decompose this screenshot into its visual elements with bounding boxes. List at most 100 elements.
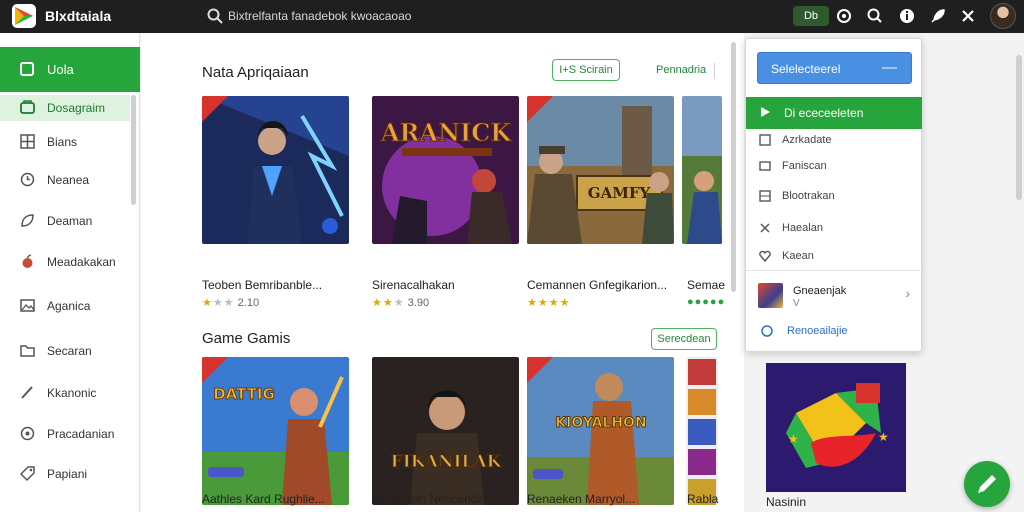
featured-app-label: Nasinin [766,495,807,509]
filter-chip[interactable]: Serecdean [651,328,717,350]
sidebar-item-bians[interactable]: Bians [0,129,130,155]
select-label: Selelecteerel [771,62,841,76]
filter-chip[interactable]: I+S Scirain [552,59,620,81]
search-icon[interactable] [206,7,224,25]
panel-link[interactable]: Renoeailajie [746,322,922,342]
leaf-icon [21,214,34,227]
sidebar-item-papiani[interactable]: Papiani [0,461,130,487]
app-card[interactable]: KIOYALHON [527,357,674,505]
sidebar-item-label: Uola [47,62,74,77]
edit-fab-button[interactable] [964,461,1010,507]
sidebar-scrollbar[interactable] [131,95,136,205]
app-card[interactable]: GAMFY [527,96,674,244]
featured-app-image[interactable]: ★ ★ [766,363,906,492]
heart-icon [759,250,771,263]
panel-app-entry[interactable]: Gneaenjak V › [746,279,922,313]
list-icon [759,161,771,171]
account-chip[interactable]: Db [793,6,829,26]
star-icon: ★ [878,430,889,444]
expand-icon[interactable] [958,6,978,26]
panel-item[interactable]: Blootrakan [746,186,922,208]
app-card[interactable] [682,96,722,244]
app-thumbnail [682,96,722,244]
info-icon[interactable] [897,6,917,26]
sidebar-item-neanea[interactable]: Neanea [0,167,130,193]
app-title: Blxdtaiala [45,8,112,24]
app-thumbnail: FIKANILAK [372,357,519,505]
main-scrollbar[interactable] [731,42,736,292]
app-name: Gneaenjak [793,285,847,297]
grid-icon [20,134,35,149]
sidebar-item-secaran[interactable]: Secaran [0,338,130,364]
panel-item-label: Di ececeeleten [784,106,864,120]
panel-item-label: Blootrakan [782,190,835,202]
refresh-icon [761,325,773,337]
user-avatar[interactable] [990,3,1016,29]
app-thumbnail [202,96,349,244]
sidebar-item-meadakakan[interactable]: Meadakakan [0,249,130,275]
sidebar-item-label: Pracadanian [47,427,115,441]
grid-icon [759,134,771,146]
app-logo-icon[interactable] [12,4,36,28]
app-thumbnail: DATTIG [202,357,349,505]
puzzle-icon [760,223,770,233]
panel-item[interactable]: Faniscan [746,156,922,178]
sidebar-item-aganica[interactable]: Aganica [0,293,130,319]
settings-icon [20,426,35,441]
zoom-icon[interactable] [865,6,885,26]
app-rating: ★★★ 2.10 [202,297,260,309]
app-card[interactable]: ARANICK [372,96,519,244]
panel-item-label: Faniscan [782,160,827,172]
sidebar-item-home[interactable]: Uola [0,47,140,92]
sidebar-item-label: Bians [47,135,78,149]
panel-item[interactable]: Azrkadate [746,130,922,152]
sidebar-item-pracadanian[interactable]: Pracadanian [0,421,130,447]
sidebar-item-label: Meadakakan [47,255,116,269]
panel-item[interactable]: Kaean [746,246,922,268]
rocket-icon[interactable] [928,6,948,26]
folder-icon [20,345,35,357]
star-icon: ★ [788,432,799,446]
search-input[interactable] [228,6,708,26]
featured-app-icon: ★ ★ [766,363,906,492]
tag-icon [19,466,35,482]
app-thumbnail [758,283,783,308]
dropdown-panel: Selelecteerel — Di ececeeleten Azrkadate… [745,38,922,352]
panel-item-label: Haealan [782,222,823,234]
apple-icon [22,254,33,268]
app-card[interactable]: FIKANILAK [372,357,519,505]
sidebar: Uola Dosagraim Bians Neanea Deaman Meada… [0,33,140,512]
sidebar-item-store[interactable]: Dosagraim [0,95,130,121]
sidebar-item-label: Dosagraim [47,101,106,115]
chevron-right-icon: › [905,285,910,301]
sidebar-item-kkanonic[interactable]: Kkanonic [0,380,130,406]
card-art-text: DATTIG [213,385,275,403]
section-title-apps: Nata Apriqaiaan [202,64,309,81]
app-card[interactable]: DATTIG [202,357,349,505]
card-art-text: KIOYALHON [555,415,646,431]
app-card[interactable] [202,96,349,244]
collapse-icon[interactable]: — [882,59,897,76]
sidebar-item-label: Papiani [47,467,88,481]
panel-item-active[interactable]: Di ececeeleten [746,97,922,129]
see-more-link[interactable]: Pennadria [656,64,706,76]
image-icon [20,299,35,312]
page-scrollbar[interactable] [1016,55,1022,200]
main-content: Nata Apriqaiaan I+S Scirain Pennadria AR… [141,33,744,512]
target-icon[interactable] [834,6,854,26]
category-select[interactable]: Selelecteerel — [757,52,912,84]
app-card[interactable] [686,357,718,505]
pen-icon [21,386,33,399]
app-title: Nendellan Nencendin... [372,492,497,506]
app-thumbnail [686,357,718,505]
app-title: Rabla [687,492,719,506]
app-title: Aathles Kard Rughlie... [202,492,325,506]
app-rating: ★★★ 3.90 [372,297,430,309]
play-icon [761,107,770,117]
store-icon [20,100,35,114]
sidebar-item-deaman[interactable]: Deaman [0,208,130,234]
app-thumbnail: GAMFY [527,96,674,244]
stars-icon: ★★★ [202,297,235,309]
card-art-text: FIKANILAK [391,452,503,472]
panel-item[interactable]: Haealan [746,218,922,240]
